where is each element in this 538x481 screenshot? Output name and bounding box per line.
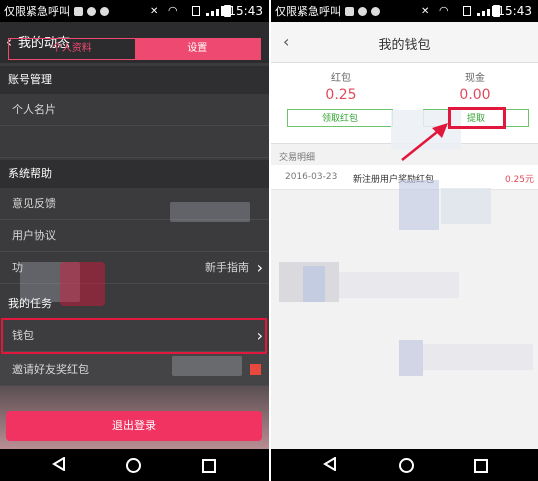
blur-patch — [303, 266, 325, 302]
arrow-annotation-icon — [401, 123, 448, 161]
row-label: 意见反馈 — [12, 197, 56, 210]
transaction-amount: 0.25元 — [504, 175, 534, 185]
notification-icon — [74, 6, 83, 16]
logout-button[interactable]: 退出登录 — [6, 411, 262, 441]
weather-icon — [100, 6, 109, 16]
row-label: 邀请好友奖红包 — [12, 363, 89, 376]
status-bar: 仅限紧急呼叫 ✕ ◠ 15:43 — [271, 0, 538, 22]
blur-patch — [423, 344, 533, 370]
clock: 15:43 — [228, 4, 263, 18]
recent-apps-icon[interactable] — [202, 459, 216, 473]
blur-patch — [399, 340, 423, 376]
gift-icon — [250, 364, 261, 375]
row-user-agreement[interactable]: 用户协议 — [0, 220, 269, 252]
red-packet-value: 0.25 — [325, 87, 357, 103]
wallet-highlight-box — [1, 318, 267, 354]
section-help: 系统帮助 — [0, 160, 269, 188]
sim-icon — [463, 6, 471, 16]
weather-icon — [371, 6, 380, 16]
red-packet-label: 红包 — [331, 73, 351, 84]
blur-patch — [399, 180, 439, 230]
blur-patch — [441, 188, 491, 224]
chevron-right-icon: › — [256, 258, 263, 277]
cash-value: 0.00 — [459, 87, 491, 103]
recent-apps-icon[interactable] — [474, 459, 488, 473]
row-label: 个人名片 — [12, 103, 56, 116]
back-icon[interactable] — [52, 457, 66, 471]
app-icon — [358, 6, 367, 16]
mute-icon: ✕ — [150, 6, 159, 17]
mute-icon: ✕ — [421, 6, 430, 17]
back-icon[interactable] — [323, 457, 337, 471]
notification-icon — [345, 6, 354, 16]
row-account-item[interactable] — [0, 126, 269, 158]
status-bar: 仅限紧急呼叫 ✕ ◠ 15:43 — [0, 0, 269, 22]
blur-patch — [170, 202, 250, 222]
home-icon[interactable] — [399, 458, 414, 473]
transactions-label: 交易明细 — [279, 153, 316, 163]
section-account: 账号管理 — [0, 66, 269, 94]
page-title: 我的钱包 — [378, 38, 431, 53]
android-nav-bar — [271, 449, 538, 481]
sim-icon — [192, 6, 200, 16]
claim-red-packet-button[interactable]: 领取红包 — [287, 109, 393, 127]
app-icon — [87, 6, 96, 16]
wifi-icon: ◠ — [439, 4, 449, 17]
android-nav-bar — [0, 449, 269, 481]
blur-patch — [172, 356, 242, 376]
row-profile-card[interactable]: 个人名片 — [0, 94, 269, 126]
right-phone-screen: 仅限紧急呼叫 ✕ ◠ 15:43 ‹ 我的钱包 红包 0.25 领取红包 现金 … — [271, 0, 538, 481]
clock: 15:43 — [497, 4, 532, 18]
segmented-tabs: 个人资料 设置 — [8, 38, 261, 60]
home-icon[interactable] — [126, 458, 141, 473]
carrier-text: 仅限紧急呼叫 — [275, 5, 341, 18]
blur-patch — [339, 272, 459, 298]
wifi-icon: ◠ — [168, 4, 178, 17]
signal-icon — [206, 6, 224, 16]
cash-label: 现金 — [465, 73, 485, 84]
blur-patch — [60, 262, 105, 306]
withdraw-highlight-box — [448, 107, 506, 129]
left-phone-screen: 仅限紧急呼叫 ✕ ◠ 15:43 ‹ 我的动态 个人资料 设置 账号管理 个人名… — [0, 0, 269, 481]
tab-profile[interactable]: 个人资料 — [9, 39, 135, 59]
transaction-date: 2016-03-23 — [285, 172, 338, 182]
row-value: 新手指南 — [205, 261, 249, 274]
carrier-text: 仅限紧急呼叫 — [4, 5, 70, 18]
tab-settings[interactable]: 设置 — [134, 39, 260, 59]
row-label: 用户协议 — [12, 229, 56, 242]
